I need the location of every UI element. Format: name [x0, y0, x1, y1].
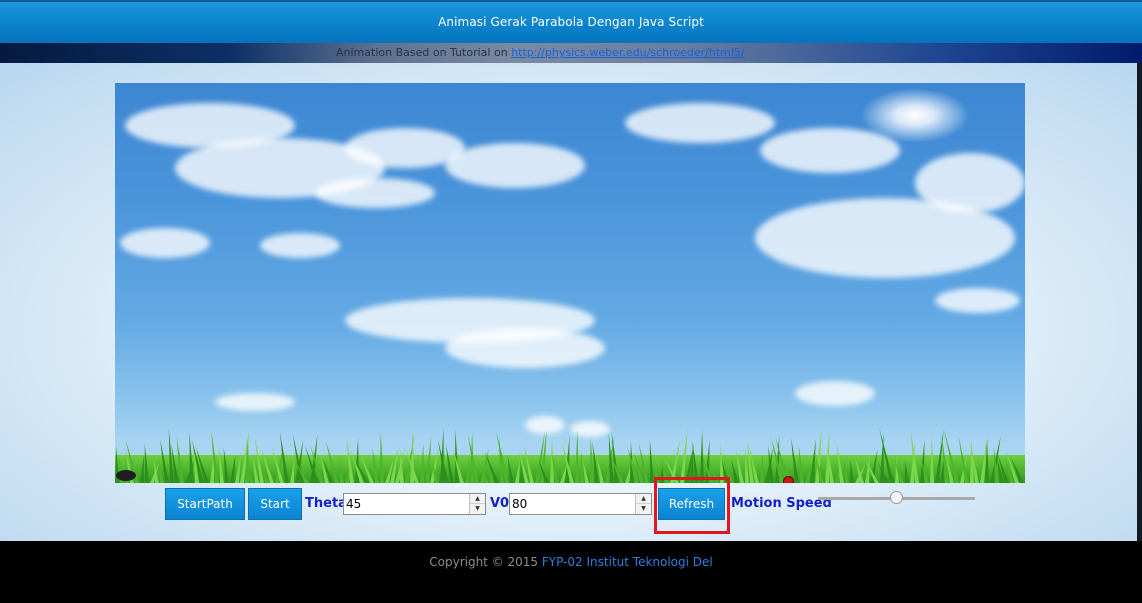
theta-input[interactable] [344, 494, 468, 514]
cloud [445, 143, 585, 188]
motion-speed-thumb[interactable] [890, 491, 903, 504]
footer-org-link[interactable]: FYP-02 Institut Teknologi Del [542, 555, 713, 569]
theta-spin-arrows[interactable]: ▲ ▼ [469, 494, 485, 514]
v0-stepper[interactable]: ▲ ▼ [509, 493, 652, 515]
page-title: Animasi Gerak Parabola Dengan Java Scrip… [438, 15, 704, 29]
right-edge [1137, 63, 1142, 541]
v0-label: V0 [490, 496, 510, 511]
grass-ground [115, 428, 1025, 483]
animation-canvas[interactable] [115, 83, 1025, 483]
spin-up-icon[interactable]: ▲ [636, 494, 651, 504]
spin-up-icon[interactable]: ▲ [470, 494, 485, 504]
cloud [120, 228, 210, 258]
v0-input[interactable] [510, 494, 634, 514]
target-marker [783, 476, 794, 483]
spin-down-icon[interactable]: ▼ [636, 504, 651, 514]
cloud [760, 128, 900, 173]
cloud [315, 178, 435, 208]
start-path-button[interactable]: StartPath [165, 488, 245, 520]
subtitle-text: Animation Based on Tutorial on http://ph… [336, 46, 745, 59]
copyright-text: Copyright © 2015 [429, 555, 539, 569]
main-area [0, 63, 1142, 541]
footer-text: Copyright © 2015 FYP-02 Institut Teknolo… [0, 555, 1142, 569]
motion-speed-label: Motion Speed [731, 496, 832, 511]
start-button[interactable]: Start [248, 488, 302, 520]
refresh-highlight-box [654, 477, 730, 534]
cloud [215, 393, 295, 411]
subtitle-bar: Animation Based on Tutorial on http://ph… [0, 43, 1142, 63]
cloud [915, 153, 1025, 213]
cloud [935, 288, 1020, 313]
page-header: Animasi Gerak Parabola Dengan Java Scrip… [0, 0, 1142, 43]
theta-stepper[interactable]: ▲ ▼ [343, 493, 486, 515]
projectile-ball [116, 470, 136, 481]
subtitle-prefix: Animation Based on Tutorial on [336, 46, 508, 59]
page-footer: Copyright © 2015 FYP-02 Institut Teknolo… [0, 541, 1142, 603]
theta-label: Theta [305, 496, 347, 511]
cloud [260, 233, 340, 258]
v0-spin-arrows[interactable]: ▲ ▼ [635, 494, 651, 514]
tutorial-link[interactable]: http://physics.weber.edu/schroeder/html5… [511, 46, 744, 59]
spin-down-icon[interactable]: ▼ [470, 504, 485, 514]
cloud [445, 328, 605, 368]
cloud [625, 103, 775, 143]
cloud [795, 381, 875, 406]
